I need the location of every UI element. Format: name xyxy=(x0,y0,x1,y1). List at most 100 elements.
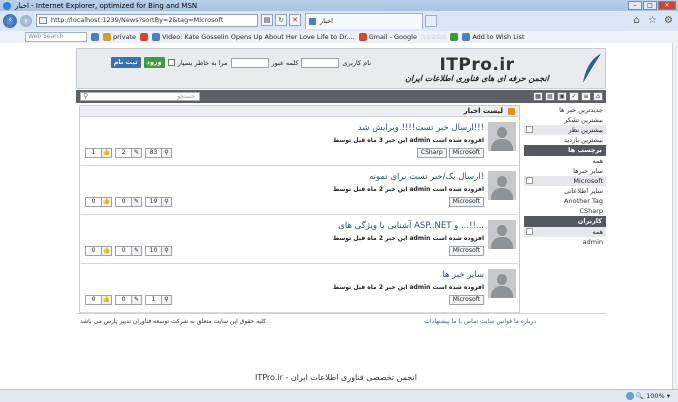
favorites-star-icon[interactable]: ☆ xyxy=(647,15,658,26)
news-list-title: لیست اخبار xyxy=(463,107,503,115)
back-button[interactable]: ‹ xyxy=(3,14,17,28)
toolbar-private[interactable]: private xyxy=(113,33,136,41)
sidebar-item-most-viewed[interactable]: بیشترین بازدید xyxy=(524,135,606,145)
rating-stars-icon[interactable]: ☆☆☆☆☆ xyxy=(420,33,447,41)
user-all[interactable]: همه xyxy=(524,227,606,237)
likes-stat[interactable]: 0 👍 xyxy=(85,197,112,207)
news-title-link[interactable]: سایر خبر ها xyxy=(442,270,484,280)
likes-stat[interactable]: 1 👍 xyxy=(85,148,112,158)
likes-stat[interactable]: 0 👍 xyxy=(85,295,112,305)
views-count: 10 xyxy=(145,246,162,256)
thumbs-up-icon: 👍 xyxy=(102,295,112,305)
home-icon[interactable]: ⌂ xyxy=(631,15,642,26)
nav-icon-3[interactable]: ▣ xyxy=(557,92,567,101)
nav-check-icon[interactable]: ✓ xyxy=(569,92,579,101)
login-button[interactable]: ورود xyxy=(143,57,165,68)
password-label: کلمه عبور xyxy=(271,58,299,67)
stop-icon[interactable]: ✕ xyxy=(289,14,301,26)
tag-microsoft[interactable]: Microsoft xyxy=(524,176,606,186)
views-stat[interactable]: 83 ⚲ xyxy=(145,148,172,158)
comments-stat[interactable]: 0 ✎ xyxy=(115,246,142,256)
toolbar-wishlist-icon[interactable] xyxy=(462,33,471,41)
tag-other-news[interactable]: سایر خبرها xyxy=(524,166,606,176)
toolbar-wishlist-link[interactable]: Add to Wish List xyxy=(472,33,524,41)
news-tag[interactable]: Microsoft xyxy=(448,295,484,305)
news-tag[interactable]: Microsoft xyxy=(448,148,484,158)
quill-logo-icon xyxy=(582,52,603,85)
comment-icon: ✎ xyxy=(132,197,142,207)
web-search-input[interactable]: Web Search xyxy=(25,32,87,42)
search-icon[interactable]: ⚲ xyxy=(83,93,88,100)
toolbar-addon-icon[interactable] xyxy=(450,33,459,41)
news-title-link[interactable]: آشنایی با ویژگی های ASP..NET و ...!!... xyxy=(338,221,484,231)
footer-links[interactable]: درباره ما قوانین سایت تماس با ما پیشنهاد… xyxy=(424,318,536,325)
views-stat[interactable]: 10 ⚲ xyxy=(145,246,172,256)
nav-icon-1[interactable]: ▦ xyxy=(533,92,543,101)
tag-other-info[interactable]: سایر اطلاعاتی xyxy=(524,186,606,196)
compat-view-icon[interactable]: ▤ xyxy=(261,14,273,26)
browser-tab[interactable]: اخبار xyxy=(305,13,423,29)
news-item: آشنایی با ویژگی های ASP..NET و ...!!... … xyxy=(81,216,518,264)
news-tags: CSharp Microsoft xyxy=(416,148,484,158)
views-stat[interactable]: 19 ⚲ xyxy=(145,197,172,207)
comments-stat[interactable]: 0 ✎ xyxy=(115,197,142,207)
nav-list-icon[interactable]: ≡ xyxy=(581,92,591,101)
sidebar-item-most-commented[interactable]: بیشترین نظر xyxy=(524,125,606,135)
sidebar-item-most-thanked[interactable]: بیشترین تشکر xyxy=(524,115,606,125)
sidebar-item-label: بیشترین نظر xyxy=(568,126,603,134)
news-tags: Microsoft xyxy=(448,246,484,256)
tag-all[interactable]: همه xyxy=(524,156,606,166)
zoom-value: 100% xyxy=(646,392,665,400)
news-tag[interactable]: CSharp xyxy=(416,148,447,158)
login-form: ثبت نام ورود مرا به خاطر بسپار کلمه عبور… xyxy=(83,52,371,84)
thumbs-up-icon: 👍 xyxy=(102,148,112,158)
tag-csharp[interactable]: CSharp xyxy=(524,206,606,216)
username-label: نام کاربری xyxy=(342,58,371,67)
toolbar-gmail-icon[interactable] xyxy=(358,33,367,41)
register-button[interactable]: ثبت نام xyxy=(110,57,141,68)
settings-gear-icon[interactable]: ⚙ xyxy=(663,15,674,26)
password-field[interactable] xyxy=(230,57,269,68)
toolbar-lock-icon[interactable] xyxy=(103,33,111,41)
comments-count: 0 xyxy=(115,197,132,207)
vertical-scrollbar[interactable] xyxy=(672,43,678,389)
site-search-input[interactable]: ⚲ جستجو xyxy=(80,92,200,101)
nav-icon-2[interactable]: ▤ xyxy=(545,92,555,101)
comments-stat[interactable]: 2 ✎ xyxy=(115,148,142,158)
status-bar: 🔍 100% ▾ xyxy=(0,389,678,402)
nav-home-icon[interactable]: ⌂ xyxy=(593,92,603,101)
tag-another-tag[interactable]: Another Tag xyxy=(524,196,606,206)
magnifier-icon: ⚲ xyxy=(162,197,172,207)
toolbar-fire-icon[interactable] xyxy=(139,33,148,41)
close-icon[interactable]: ✕ xyxy=(658,1,676,10)
maximize-icon[interactable]: □ xyxy=(643,1,657,10)
forward-button[interactable]: › xyxy=(20,15,32,27)
site-brand[interactable]: ITPro.ir انجمن حرفه ای های فناوری اطلاعا… xyxy=(377,55,577,83)
toolbar-video-link[interactable]: Video: Kate Gosselin Opens Up About Her … xyxy=(162,33,355,41)
news-title-link[interactable]: ارسال یک/خبر تست برای نمونه! xyxy=(369,172,484,182)
remember-checkbox[interactable] xyxy=(167,59,175,66)
news-meta: این خبر 2 ماه قبل توسط admin افزوده شده … xyxy=(332,235,484,242)
toolbar-video-icon[interactable] xyxy=(151,33,160,41)
address-bar[interactable]: http://localhost:1239/News?sortBy=2&tag=… xyxy=(36,14,258,27)
toolbar-gmail-link[interactable]: Gmail - Google xyxy=(369,33,417,41)
refresh-icon[interactable]: ↻ xyxy=(275,14,287,26)
news-tag[interactable]: Microsoft xyxy=(448,246,484,256)
likes-stat[interactable]: 0 👍 xyxy=(85,246,112,256)
comments-stat[interactable]: 0 ✎ xyxy=(115,295,142,305)
user-admin[interactable]: admin xyxy=(524,237,606,247)
new-tab-button[interactable] xyxy=(425,15,437,27)
address-row: ‹ › http://localhost:1239/News?sortBy=2&… xyxy=(0,11,678,31)
news-tag[interactable]: Microsoft xyxy=(448,197,484,207)
sidebar: جدیدترین خبر ها بیشترین تشکر بیشترین نظر… xyxy=(524,105,606,247)
sidebar-item-newest[interactable]: جدیدترین خبر ها xyxy=(524,105,606,115)
rss-icon[interactable] xyxy=(508,108,515,115)
likes-count: 0 xyxy=(85,246,102,256)
views-stat[interactable]: 1 ⚲ xyxy=(145,295,172,305)
toolbar-app-icon[interactable] xyxy=(91,33,99,41)
minimize-icon[interactable]: – xyxy=(628,1,642,10)
zoom-level[interactable]: 🔍 100% ▾ xyxy=(636,392,670,400)
username-field[interactable] xyxy=(301,57,340,68)
magnifier-icon: ⚲ xyxy=(162,148,172,158)
news-title-link[interactable]: ارسال خبر تست!!!! ویرایش شد!!! xyxy=(358,123,484,133)
